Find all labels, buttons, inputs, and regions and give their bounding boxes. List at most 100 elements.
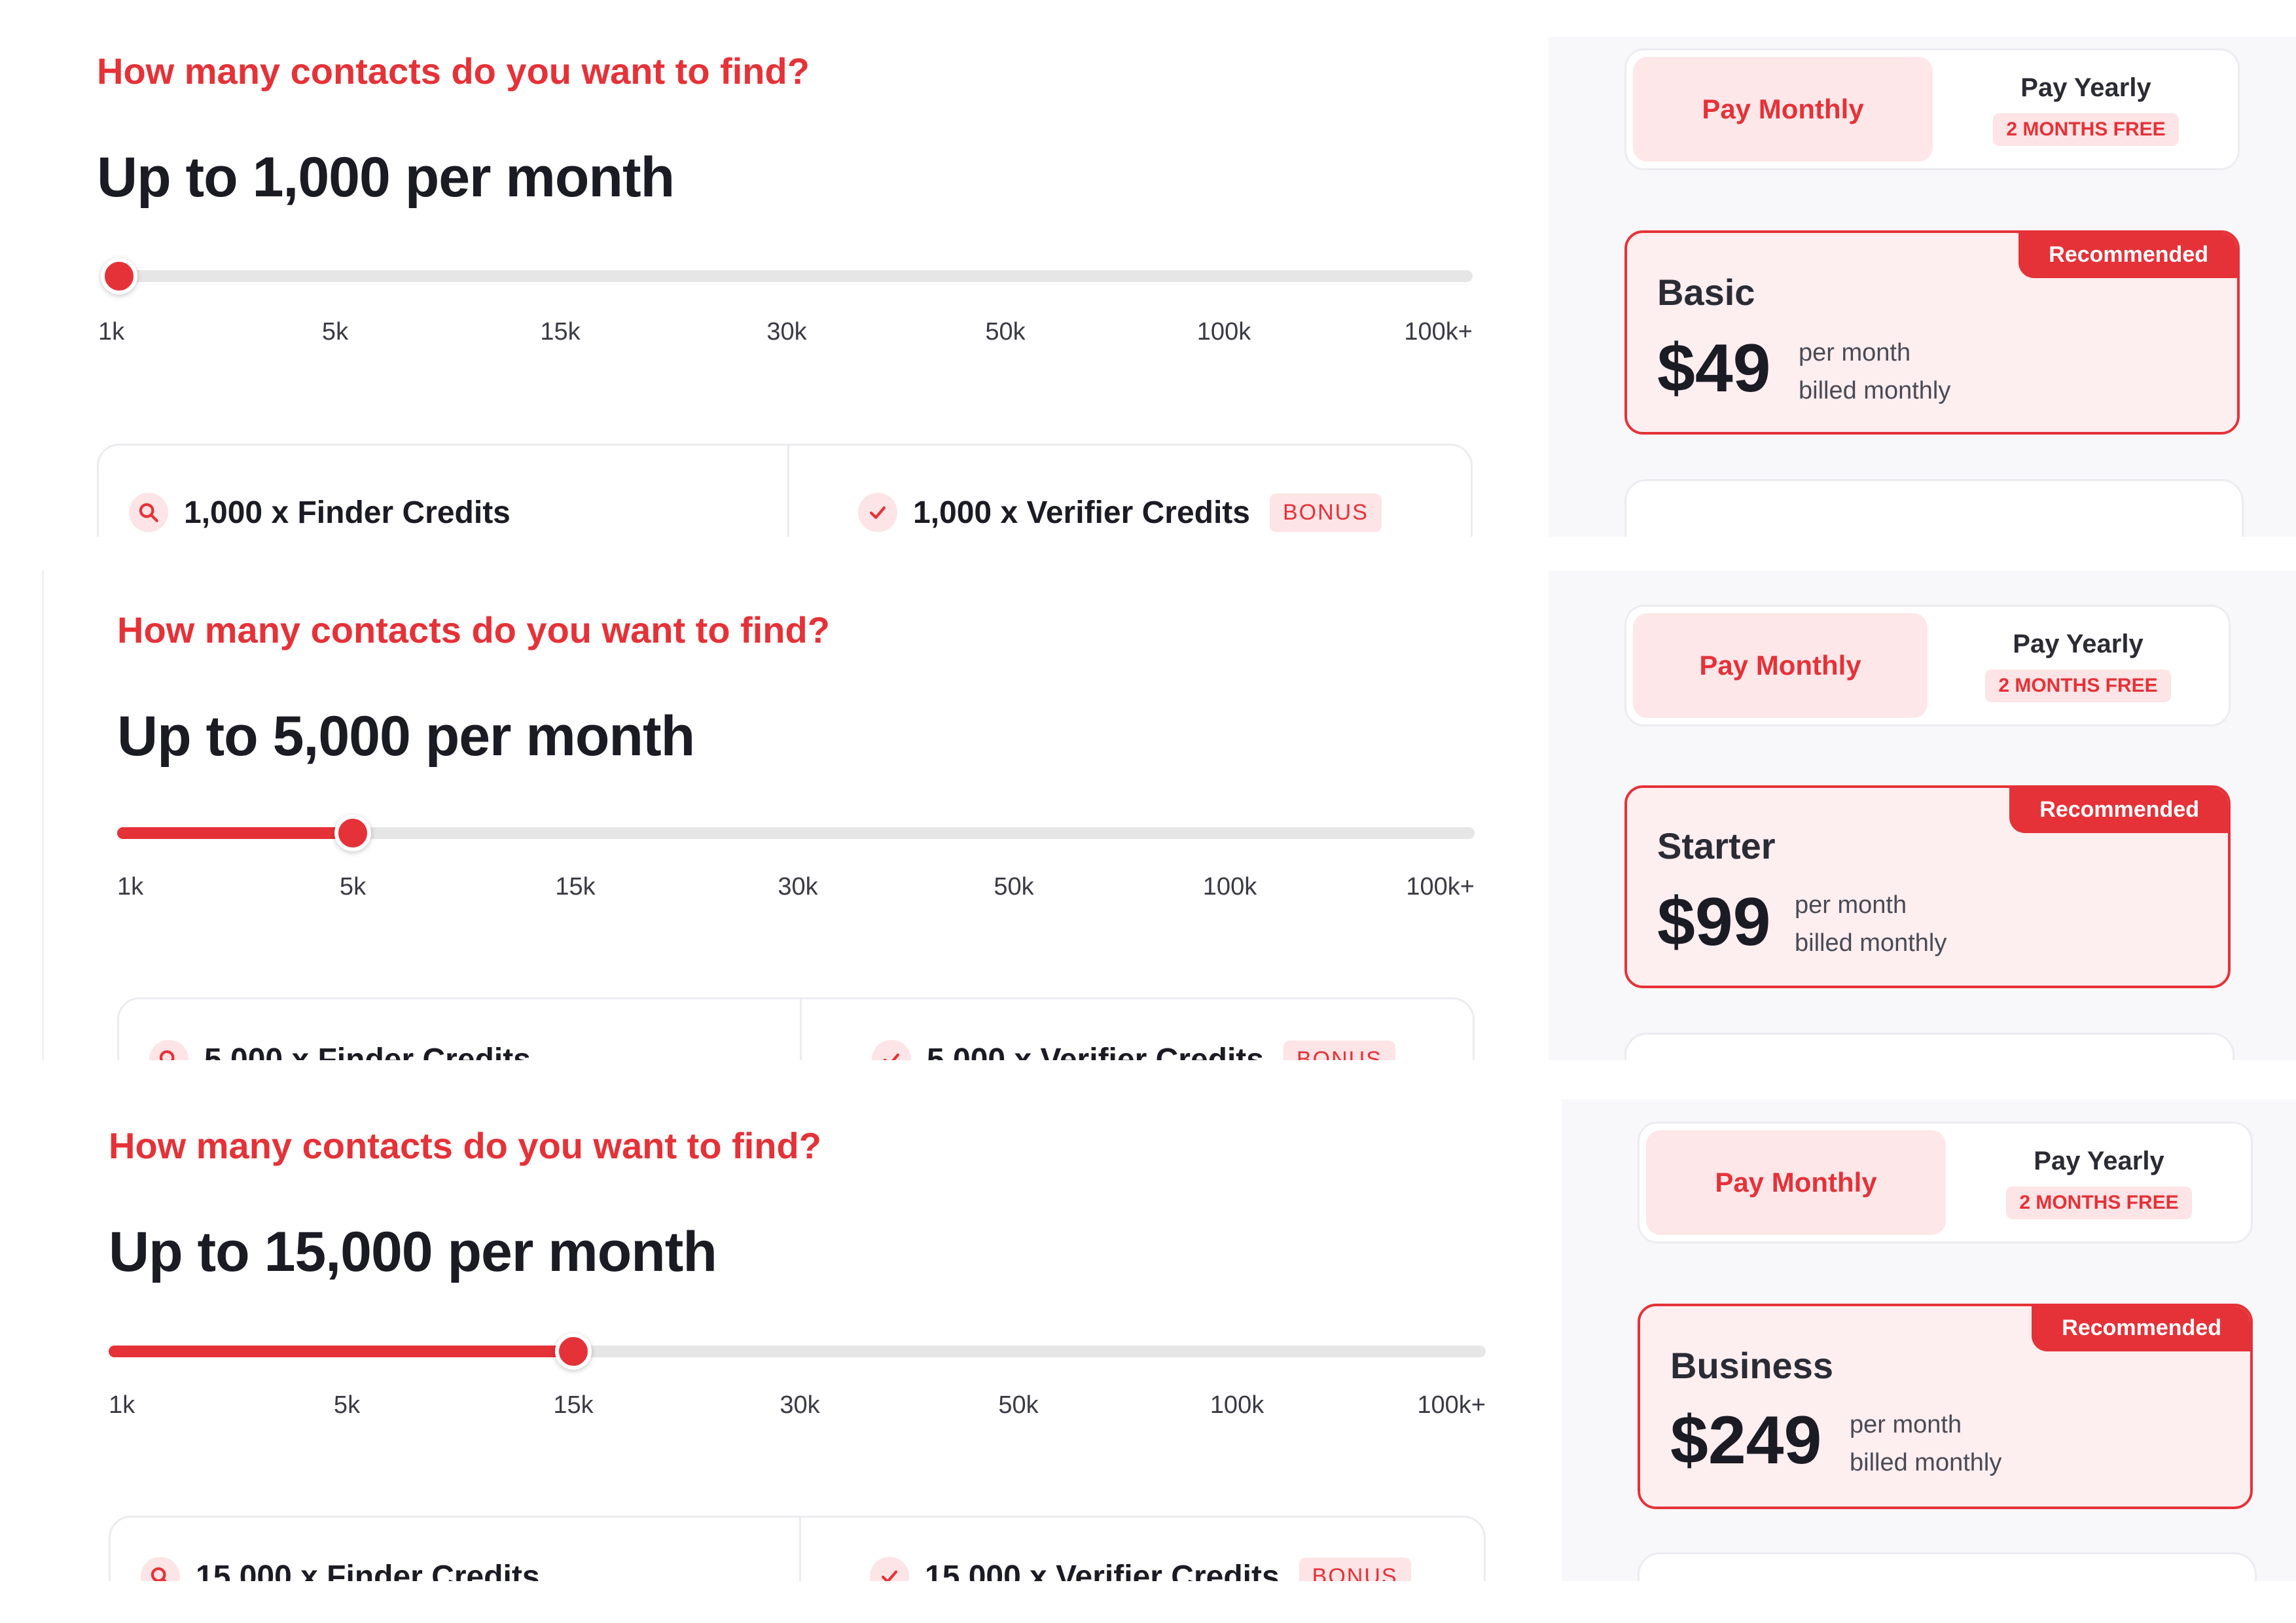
billing-toggle: Pay Monthly Pay Yearly 2 MONTHS FREE	[1624, 48, 2240, 170]
tick-label[interactable]: 50k	[994, 873, 1033, 901]
pay-yearly-option[interactable]: Pay Yearly 2 MONTHS FREE	[1952, 1130, 2246, 1235]
check-icon	[858, 493, 897, 532]
contacts-volume-heading: Up to 1,000 per month	[97, 146, 675, 209]
tick-label[interactable]: 30k	[778, 873, 817, 901]
contacts-slider[interactable]	[117, 815, 1475, 851]
plan-card-business[interactable]: Recommended Business $249 per month bill…	[1638, 1304, 2253, 1509]
bonus-badge: BONUS	[1269, 493, 1382, 532]
tick-label[interactable]: 100k+	[1404, 318, 1473, 346]
per-month-text: per month	[1850, 1411, 1962, 1438]
plan-price: $249	[1670, 1402, 1822, 1478]
verifier-credits: 5,000 x Verifier Credits BONUS	[872, 1040, 1395, 1060]
pay-monthly-option[interactable]: Pay Monthly	[1646, 1130, 1946, 1235]
finder-credits-label: 1,000 x Finder Credits	[184, 495, 511, 530]
tick-label[interactable]: 50k	[985, 318, 1025, 346]
pay-yearly-option[interactable]: Pay Yearly 2 MONTHS FREE	[1939, 57, 2233, 162]
credits-divider	[799, 1518, 801, 1581]
plan-sidebar: Pay Monthly Pay Yearly 2 MONTHS FREE Rec…	[1549, 571, 2296, 1060]
slider-tick-labels: 1k 5k 15k 30k 50k 100k 100k+	[109, 1391, 1486, 1424]
tick-label[interactable]: 100k+	[1406, 873, 1475, 901]
tick-label[interactable]: 15k	[553, 1391, 593, 1419]
pay-yearly-label: Pay Yearly	[2013, 629, 2144, 658]
contacts-question: How many contacts do you want to find?	[117, 609, 830, 651]
tick-label[interactable]: 1k	[117, 873, 143, 901]
finder-credits-label: 15,000 x Finder Credits	[196, 1559, 540, 1582]
contacts-volume-heading: Up to 5,000 per month	[117, 705, 695, 768]
next-plan-card[interactable]	[1624, 479, 2244, 537]
tick-label[interactable]: 5k	[322, 318, 348, 346]
recommended-badge: Recommended	[2018, 233, 2237, 278]
contacts-selector: How many contacts do you want to find? U…	[42, 571, 1501, 1060]
plan-name: Business	[1670, 1345, 1833, 1386]
verifier-credits-label: 5,000 x Verifier Credits	[927, 1042, 1264, 1061]
tick-label[interactable]: 5k	[340, 873, 366, 901]
pay-monthly-option[interactable]: Pay Monthly	[1633, 57, 1933, 162]
slider-tick-labels: 1k 5k 15k 30k 50k 100k 100k+	[117, 873, 1475, 906]
tick-label[interactable]: 15k	[555, 873, 595, 901]
bonus-badge: BONUS	[1283, 1040, 1395, 1060]
pay-yearly-option[interactable]: Pay Yearly 2 MONTHS FREE	[1934, 613, 2222, 718]
next-plan-card[interactable]	[1624, 1033, 2234, 1060]
recommended-badge: Recommended	[2009, 788, 2228, 833]
tick-label[interactable]: 100k	[1203, 873, 1257, 901]
billed-monthly-text: billed monthly	[1799, 377, 1951, 404]
billed-monthly-text: billed monthly	[1795, 929, 1947, 957]
slider-fill	[109, 1346, 573, 1357]
billed-monthly-text: billed monthly	[1850, 1449, 2002, 1476]
per-month-text: per month	[1799, 339, 1911, 366]
slider-tick-labels: 1k 5k 15k 30k 50k 100k 100k+	[98, 318, 1473, 351]
verifier-credits: 15,000 x Verifier Credits BONUS	[870, 1557, 1411, 1581]
slider-thumb[interactable]	[334, 815, 371, 851]
tick-label[interactable]: 100k	[1210, 1391, 1264, 1419]
tick-label[interactable]: 5k	[334, 1391, 360, 1419]
plan-sidebar: Pay Monthly Pay Yearly 2 MONTHS FREE Rec…	[1549, 37, 2296, 537]
billing-toggle: Pay Monthly Pay Yearly 2 MONTHS FREE	[1638, 1122, 2253, 1243]
tick-label[interactable]: 50k	[998, 1391, 1038, 1419]
finder-credits-label: 5,000 x Finder Credits	[204, 1042, 531, 1061]
contacts-slider[interactable]	[101, 258, 1473, 294]
slider-thumb[interactable]	[101, 258, 137, 294]
tick-label[interactable]: 30k	[780, 1391, 819, 1419]
contacts-slider[interactable]	[109, 1333, 1486, 1370]
bonus-badge: BONUS	[1299, 1557, 1411, 1581]
months-free-badge: 2 MONTHS FREE	[1985, 669, 2171, 702]
pay-yearly-label: Pay Yearly	[2020, 73, 2151, 102]
slider-thumb[interactable]	[555, 1333, 592, 1370]
plan-card-basic[interactable]: Recommended Basic $49 per month billed m…	[1624, 230, 2240, 435]
tick-label[interactable]: 100k	[1197, 318, 1251, 346]
check-icon	[872, 1040, 911, 1060]
search-icon	[129, 493, 168, 532]
finder-credits: 5,000 x Finder Credits	[149, 1040, 531, 1060]
next-plan-card[interactable]	[1638, 1552, 2257, 1581]
tick-label[interactable]: 15k	[540, 318, 580, 346]
per-month-text: per month	[1795, 891, 1907, 919]
plan-billing-note: per month billed monthly	[1850, 1406, 2001, 1482]
slider-fill	[117, 827, 353, 839]
pricing-panel-3: How many contacts do you want to find? U…	[0, 1099, 2296, 1581]
pricing-panel-1: How many contacts do you want to find? U…	[0, 0, 2296, 537]
plan-card-starter[interactable]: Recommended Starter $99 per month billed…	[1624, 785, 2231, 988]
contacts-question: How many contacts do you want to find?	[97, 50, 810, 92]
tick-label[interactable]: 1k	[109, 1391, 135, 1419]
search-icon	[141, 1557, 180, 1581]
plan-price: $49	[1657, 330, 1771, 406]
plan-name: Basic	[1657, 272, 1755, 313]
plan-price: $99	[1657, 884, 1771, 960]
credits-summary: 5,000 x Finder Credits 5,000 x Verifier …	[117, 997, 1475, 1060]
credits-divider	[787, 446, 789, 537]
check-icon	[870, 1557, 909, 1581]
contacts-volume-heading: Up to 15,000 per month	[109, 1221, 717, 1283]
tick-label[interactable]: 30k	[766, 318, 806, 346]
tick-label[interactable]: 100k+	[1417, 1391, 1486, 1419]
months-free-badge: 2 MONTHS FREE	[2006, 1186, 2192, 1219]
plan-name: Starter	[1657, 825, 1776, 866]
plan-billing-note: per month billed monthly	[1799, 334, 1950, 410]
credits-summary: 1,000 x Finder Credits 1,000 x Verifier …	[97, 444, 1473, 537]
plan-billing-note: per month billed monthly	[1795, 886, 1946, 962]
tick-label[interactable]: 1k	[98, 318, 124, 346]
billing-toggle: Pay Monthly Pay Yearly 2 MONTHS FREE	[1624, 605, 2231, 726]
pay-yearly-label: Pay Yearly	[2034, 1146, 2164, 1175]
pay-monthly-option[interactable]: Pay Monthly	[1633, 613, 1928, 718]
credits-summary: 15,000 x Finder Credits 15,000 x Verifie…	[109, 1516, 1486, 1581]
verifier-credits-label: 15,000 x Verifier Credits	[925, 1559, 1280, 1582]
